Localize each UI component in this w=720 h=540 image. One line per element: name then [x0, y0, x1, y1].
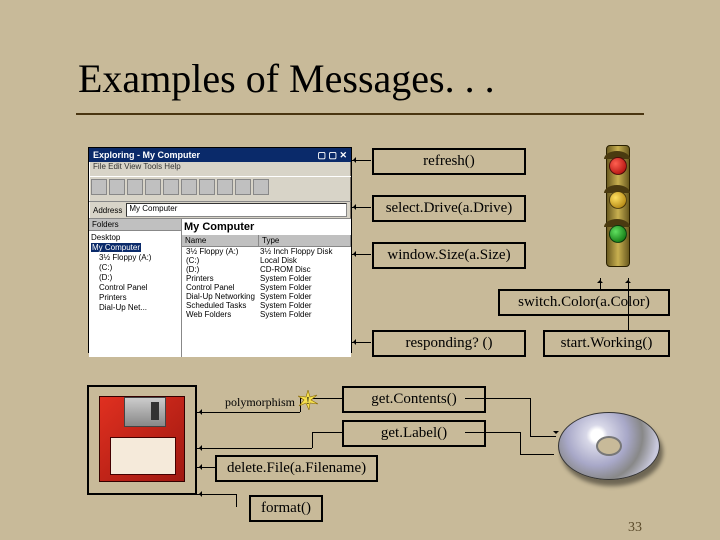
connector	[312, 432, 313, 448]
tree-header: Folders	[89, 219, 181, 231]
tree-item: (C:)	[91, 263, 179, 272]
msg-select-drive: select.Drive(a.Drive)	[372, 195, 526, 222]
arrow	[351, 207, 371, 208]
connector	[465, 398, 530, 399]
connector	[465, 432, 520, 433]
msg-start-working: start.Working()	[543, 330, 670, 357]
list-row: (C:)Local Disk	[182, 256, 351, 265]
msg-window-size: window.Size(a.Size)	[372, 242, 526, 269]
msg-refresh: refresh()	[372, 148, 526, 175]
connector	[520, 432, 521, 454]
arrow	[628, 278, 629, 330]
arrow	[351, 342, 371, 343]
connector	[312, 432, 342, 433]
address-label: Address	[93, 206, 122, 215]
tree-item: Dial-Up Net...	[91, 303, 179, 312]
explorer-toolbar	[89, 176, 351, 202]
explorer-title-text: Exploring - My Computer	[93, 148, 200, 162]
msg-delete-file: delete.File(a.Filename)	[215, 455, 378, 482]
msg-get-label: get.Label()	[342, 420, 486, 447]
title-rule	[76, 113, 644, 116]
starburst-icon: !	[298, 390, 318, 410]
arrow	[197, 448, 312, 449]
slide-title: Examples of Messages. . .	[78, 55, 495, 102]
polymorphism-label: polymorphism	[225, 395, 295, 410]
explorer-addressbar: Address My Computer	[89, 202, 351, 219]
tree-item: My Computer	[91, 243, 179, 252]
list-columns: Name Type	[182, 235, 351, 247]
traffic-light-icon	[586, 145, 642, 279]
arrow	[197, 494, 236, 495]
list-row: (D:)CD-ROM Disc	[182, 265, 351, 274]
file-list: My Computer Name Type 3½ Floppy (A:)3½ I…	[182, 219, 351, 357]
folder-tree: Folders Desktop My Computer 3½ Floppy (A…	[89, 219, 182, 357]
address-field: My Computer	[126, 203, 347, 217]
explorer-menubar: File Edit View Tools Help	[89, 162, 351, 176]
tree-item: (D:)	[91, 273, 179, 282]
connector	[236, 494, 237, 507]
msg-switch-color: switch.Color(a.Color)	[498, 289, 670, 316]
arrow	[351, 160, 371, 161]
svg-text:!: !	[306, 395, 310, 407]
tree-item: Desktop	[91, 233, 179, 242]
list-row: Scheduled TasksSystem Folder	[182, 301, 351, 310]
connector	[530, 398, 531, 436]
list-row: Control PanelSystem Folder	[182, 283, 351, 292]
arrow	[600, 278, 601, 290]
list-row: Dial-Up NetworkingSystem Folder	[182, 292, 351, 301]
slide-number: 33	[628, 520, 642, 536]
window-controls: ▢ ▢ ✕	[317, 148, 347, 162]
msg-get-contents: get.Contents()	[342, 386, 486, 413]
explorer-titlebar: Exploring - My Computer ▢ ▢ ✕	[89, 148, 351, 162]
list-row: Web FoldersSystem Folder	[182, 310, 351, 319]
list-row: PrintersSystem Folder	[182, 274, 351, 283]
tree-item: Control Panel	[91, 283, 179, 292]
explorer-window: Exploring - My Computer ▢ ▢ ✕ File Edit …	[88, 147, 352, 353]
arrow	[197, 467, 215, 468]
list-row: 3½ Floppy (A:)3½ Inch Floppy Disk	[182, 247, 351, 256]
connector	[520, 454, 554, 455]
list-main-header: My Computer	[182, 219, 351, 235]
cd-disc-icon	[558, 412, 658, 482]
arrow	[197, 412, 300, 413]
tree-item: Printers	[91, 293, 179, 302]
msg-format: format()	[249, 495, 323, 522]
tree-item: 3½ Floppy (A:)	[91, 253, 179, 262]
floppy-disk-icon	[99, 396, 185, 482]
arrow	[351, 254, 371, 255]
msg-responding: responding? ()	[372, 330, 526, 357]
